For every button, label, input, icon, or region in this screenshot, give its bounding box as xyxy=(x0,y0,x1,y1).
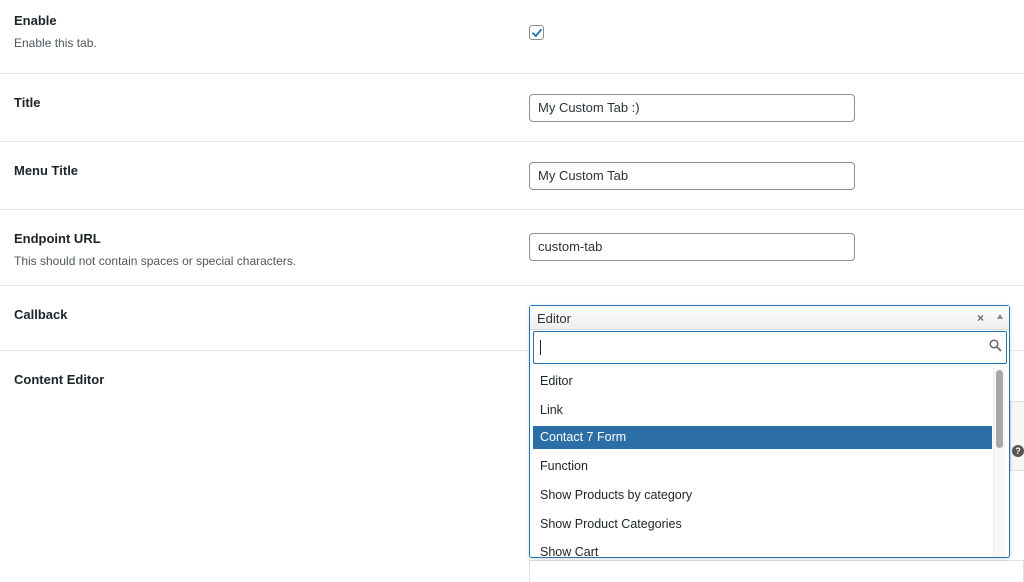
enable-label: Enable xyxy=(14,13,57,28)
title-row: Title My Custom Tab :) xyxy=(0,74,1024,142)
endpoint-label: Endpoint URL xyxy=(14,231,101,246)
editor-area-edge xyxy=(529,560,1024,582)
callback-selected-value: Editor xyxy=(537,311,571,326)
endpoint-description: This should not contain spaces or specia… xyxy=(14,254,297,268)
callback-options-list: Editor Link Contact 7 Form Function Show… xyxy=(533,368,992,557)
option-link[interactable]: Link xyxy=(533,399,992,422)
enable-description: Enable this tab. xyxy=(14,36,97,50)
option-editor[interactable]: Editor xyxy=(533,370,992,393)
search-icon xyxy=(989,339,1002,352)
option-show-product-categories[interactable]: Show Product Categories xyxy=(533,513,992,536)
title-input[interactable]: My Custom Tab :) xyxy=(529,94,855,122)
menu-title-row: Menu Title My Custom Tab xyxy=(0,142,1024,210)
options-scrollbar[interactable] xyxy=(993,368,1005,557)
checkmark-icon xyxy=(532,28,542,37)
editor-toolbar-edge xyxy=(1010,401,1024,471)
title-label: Title xyxy=(14,95,41,110)
callback-search-input[interactable] xyxy=(533,331,1007,364)
option-show-products-by-category[interactable]: Show Products by category xyxy=(533,484,992,507)
endpoint-input[interactable]: custom-tab xyxy=(529,233,855,261)
arrow-up-icon[interactable] xyxy=(997,314,1003,319)
enable-row: Enable Enable this tab. xyxy=(0,0,1024,74)
option-show-cart[interactable]: Show Cart xyxy=(533,541,992,557)
callback-select[interactable]: Editor × Editor Link Contact 7 Form Func… xyxy=(529,305,1010,558)
option-contact-7-form[interactable]: Contact 7 Form xyxy=(533,426,992,449)
content-editor-label: Content Editor xyxy=(14,372,105,387)
option-function[interactable]: Function xyxy=(533,455,992,478)
help-icon[interactable]: ? xyxy=(1012,445,1024,457)
enable-checkbox[interactable] xyxy=(529,25,544,40)
menu-title-label: Menu Title xyxy=(14,163,79,178)
clear-icon[interactable]: × xyxy=(977,311,984,325)
callback-label: Callback xyxy=(14,307,68,322)
scrollbar-thumb[interactable] xyxy=(996,370,1003,448)
endpoint-row: Endpoint URL This should not contain spa… xyxy=(0,210,1024,286)
text-caret xyxy=(540,340,541,355)
callback-select-head[interactable]: Editor × xyxy=(530,306,1009,330)
menu-title-input[interactable]: My Custom Tab xyxy=(529,162,855,190)
